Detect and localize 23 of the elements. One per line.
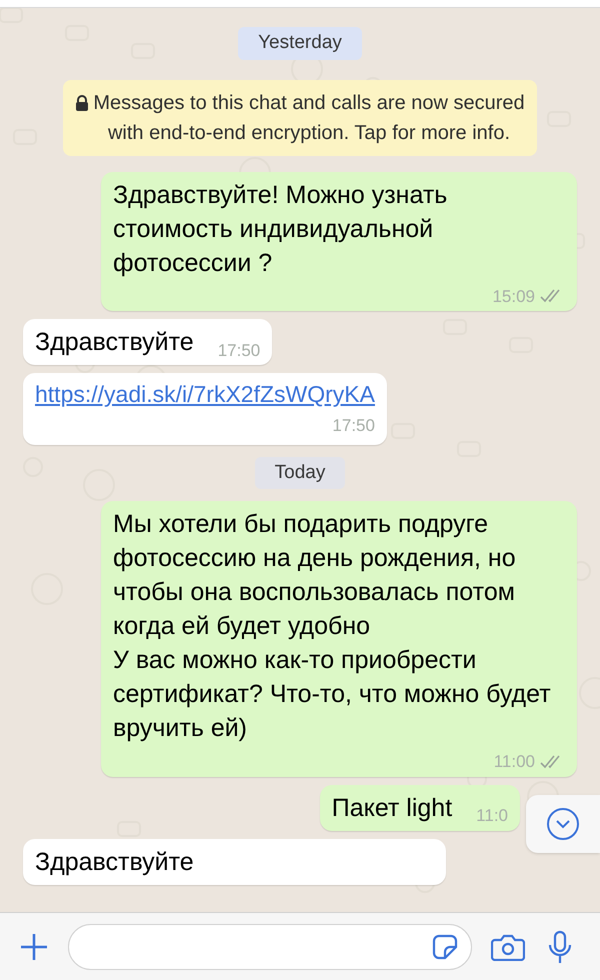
scroll-down-button[interactable] — [526, 794, 600, 852]
message-time: 11:00 — [494, 751, 535, 773]
chevron-down-icon — [546, 806, 580, 840]
message-text: Здравствуйте — [35, 327, 194, 358]
message-link[interactable]: https://yadi.sk/i/7rkX2fZsWQryKA — [35, 379, 375, 409]
message-text: Здравствуйте! Можно узнать стоимость индивидуальной фотосессии ? — [113, 180, 448, 278]
encryption-notice[interactable]: Messages to this chat and calls are now secured with end-to-end encryption. Tap for more info. — [63, 80, 537, 156]
message-time: 15:09 — [492, 286, 535, 308]
microphone-icon — [548, 930, 572, 964]
date-label: Today — [254, 456, 346, 489]
camera-icon — [491, 932, 525, 960]
message-text: Пакет light — [332, 792, 452, 824]
plus-icon — [19, 932, 49, 962]
message-text: Здравствуйте — [35, 846, 194, 878]
message-time: 11:0 — [476, 805, 508, 827]
message-text: Мы хотели бы подарить подруге фотосессию на день рождения, но чтобы она воспользовалась потом когда ей будет удобно У вас можно как-то приобрести сертификат? Что-то, что можно будет вручить ей) — [113, 509, 552, 744]
message-time: 17:50 — [218, 340, 260, 362]
notice-text: Messages to this chat and calls are now secured with end-to-end encryption. Tap for more info. — [93, 90, 525, 146]
lock-icon — [75, 94, 89, 110]
message-time: 17:50 — [332, 415, 375, 437]
message-input-field[interactable] — [68, 924, 472, 970]
sticker-icon[interactable] — [431, 932, 459, 960]
date-label: Yesterday — [238, 27, 362, 60]
